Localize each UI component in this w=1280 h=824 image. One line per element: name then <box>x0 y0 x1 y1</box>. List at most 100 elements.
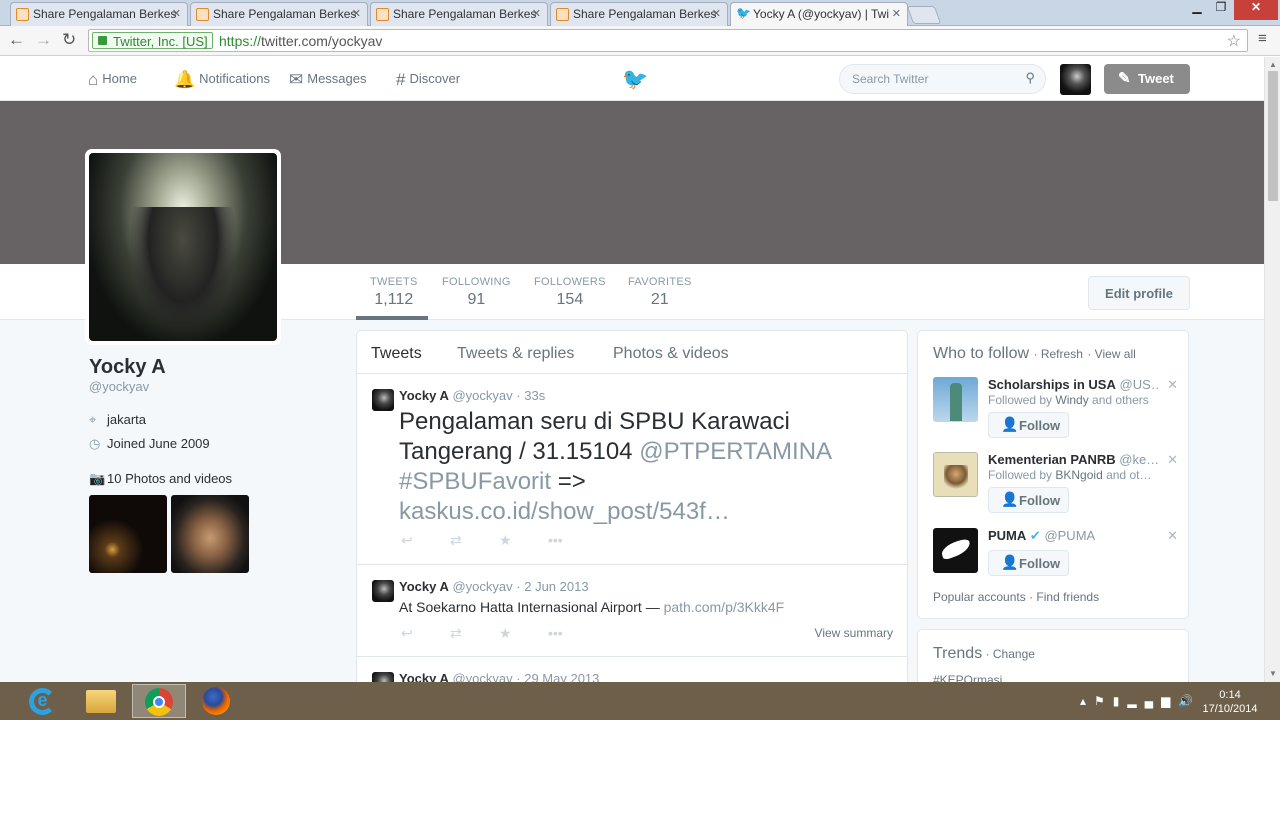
close-tab-icon[interactable]: ✕ <box>712 7 721 20</box>
tweet-item[interactable]: Yocky A @yockyav · 33s Pengalaman seru d… <box>357 374 907 565</box>
dismiss-icon[interactable]: ✕ <box>1167 377 1178 393</box>
kaskus-favicon-icon <box>16 8 29 21</box>
close-tab-icon[interactable]: ✕ <box>532 7 541 20</box>
close-tab-icon[interactable]: ✕ <box>892 7 901 20</box>
stat-following[interactable]: FOLLOWING 91 <box>442 276 511 309</box>
clock-icon: ◷ <box>89 436 101 451</box>
stat-followers[interactable]: FOLLOWERS 154 <box>534 276 606 309</box>
follow-button[interactable]: 👤 Follow <box>988 412 1069 438</box>
show-hidden-icons-icon[interactable]: ▴ <box>1080 694 1094 708</box>
forward-icon[interactable]: → <box>35 30 52 50</box>
quill-icon: ✎ <box>1118 70 1131 87</box>
envelope-icon: ✉ <box>289 70 304 89</box>
tweet-item[interactable]: Yocky A @yockyav · 29 May 2013 <box>357 657 907 682</box>
follow-user-icon: 👤 <box>1001 491 1019 507</box>
edit-profile-button[interactable]: Edit profile <box>1088 276 1190 310</box>
firefox-icon[interactable] <box>190 684 244 718</box>
ev-certificate-badge[interactable]: Twitter, Inc. [US] <box>92 32 213 49</box>
reload-icon[interactable]: ↻ <box>62 30 76 50</box>
compose-tweet-button[interactable]: ✎ Tweet <box>1104 64 1190 94</box>
action-center-flag-icon[interactable]: ⚑ <box>1094 694 1113 708</box>
tab-photos-videos[interactable]: Photos & videos <box>613 345 729 363</box>
new-tab-button[interactable] <box>906 6 942 24</box>
tab-tweets[interactable]: Tweets <box>371 345 422 363</box>
photo-thumbnail[interactable] <box>171 495 249 573</box>
network-signal-icon[interactable]: ▂▄▆ <box>1127 694 1178 708</box>
page-scrollbar[interactable]: ▲ ▼ <box>1264 57 1280 682</box>
refresh-link[interactable]: Refresh <box>1041 347 1083 361</box>
nav-messages[interactable]: ✉ Messages <box>289 70 367 90</box>
back-icon[interactable]: ← <box>8 30 25 50</box>
more-icon[interactable]: ••• <box>548 532 597 548</box>
search-icon[interactable]: ⚲ <box>1025 70 1035 86</box>
tweet-header: Yocky A @yockyav · 2 Jun 2013 <box>399 579 589 594</box>
avatar[interactable] <box>1060 64 1091 95</box>
browser-tab[interactable]: Share Pengalaman Berkes ✕ <box>550 2 728 26</box>
browser-tab[interactable]: Share Pengalaman Berkes ✕ <box>370 2 548 26</box>
minimize-icon[interactable]: ▁ <box>1186 0 1208 14</box>
address-bar[interactable]: Twitter, Inc. [US] https://twitter.com/y… <box>88 29 1248 52</box>
stat-tweets[interactable]: TWEETS 1,112 <box>370 276 418 309</box>
avatar[interactable] <box>372 672 394 682</box>
favorite-star-icon[interactable]: ★ <box>499 532 548 549</box>
puma-logo-icon[interactable] <box>933 528 978 573</box>
chrome-taskbar-icon[interactable] <box>132 684 186 718</box>
nav-home[interactable]: ⌂ Home <box>88 70 137 90</box>
stat-favorites[interactable]: FAVORITES 21 <box>628 276 692 309</box>
view-all-link[interactable]: View all <box>1095 347 1136 361</box>
twitter-top-nav: ⌂ Home 🔔 Notifications ✉ Messages # Discover… <box>0 57 1264 101</box>
nav-discover[interactable]: # Discover <box>396 70 460 90</box>
browser-tab[interactable]: Share Pengalaman Berkes ✕ <box>10 2 188 26</box>
follow-button[interactable]: 👤 Follow <box>988 487 1069 513</box>
twitter-bird-icon[interactable]: 🐦 <box>622 68 648 92</box>
retweet-icon[interactable]: ⇄ <box>450 625 499 642</box>
taskbar-clock[interactable]: 0:14 17/10/2014 <box>1194 688 1266 716</box>
profile-avatar[interactable] <box>85 149 281 345</box>
scroll-thumb[interactable] <box>1268 71 1278 201</box>
close-tab-icon[interactable]: ✕ <box>352 7 361 20</box>
file-explorer-icon[interactable] <box>74 684 128 718</box>
timeline: Tweets Tweets & replies Photos & videos … <box>356 330 908 682</box>
twitter-favicon-icon: 🐦 <box>736 6 751 20</box>
avatar[interactable] <box>372 580 394 602</box>
retweet-icon[interactable]: ⇄ <box>450 532 499 549</box>
trend-item[interactable]: #KEPOrmasi <box>933 673 1002 682</box>
window-close-icon[interactable]: ✕ <box>1234 0 1278 20</box>
scroll-up-icon[interactable]: ▲ <box>1269 60 1277 69</box>
close-tab-icon[interactable]: ✕ <box>172 7 181 20</box>
reply-icon[interactable]: ↩ <box>401 532 450 549</box>
battery-icon[interactable]: ▮ <box>1113 694 1128 708</box>
browser-tab-active[interactable]: 🐦 Yocky A (@yockyav) | Twi ✕ <box>730 2 908 27</box>
dismiss-icon[interactable]: ✕ <box>1167 528 1178 544</box>
tweet-item[interactable]: Yocky A @yockyav · 2 Jun 2013 At Soekarn… <box>357 565 907 657</box>
profile-name[interactable]: Yocky A <box>89 356 166 379</box>
find-friends-link[interactable]: Find friends <box>1036 590 1099 604</box>
hashtag-icon: # <box>396 70 406 89</box>
menu-icon[interactable]: ≡ <box>1258 30 1267 47</box>
search-input[interactable]: Search Twitter ⚲ <box>839 64 1046 94</box>
browser-tab[interactable]: Share Pengalaman Berkes ✕ <box>190 2 368 26</box>
profile-photos-link[interactable]: 📷 10 Photos and videos <box>89 471 232 487</box>
restore-icon[interactable]: ❐ <box>1210 0 1232 14</box>
more-icon[interactable]: ••• <box>548 625 597 641</box>
avatar[interactable] <box>372 389 394 411</box>
change-trends-link[interactable]: Change <box>993 647 1035 661</box>
follow-button[interactable]: 👤 Follow <box>988 550 1069 576</box>
view-summary-link[interactable]: View summary <box>815 626 893 640</box>
timeline-tabs: Tweets Tweets & replies Photos & videos <box>357 331 907 374</box>
who-to-follow-card: Who to follow · Refresh · View all Schol… <box>917 330 1189 619</box>
reply-icon[interactable]: ↩ <box>401 625 450 642</box>
scroll-down-icon[interactable]: ▼ <box>1269 669 1277 678</box>
photo-thumbnail[interactable] <box>89 495 167 573</box>
profile-joined: ◷ Joined June 2009 <box>89 436 210 451</box>
tab-tweets-replies[interactable]: Tweets & replies <box>457 345 574 363</box>
favorite-star-icon[interactable]: ★ <box>499 625 548 642</box>
avatar[interactable] <box>933 452 978 497</box>
system-tray[interactable]: ▴⚑▮▂▄▆🔊 <box>1080 694 1201 708</box>
popular-accounts-link[interactable]: Popular accounts <box>933 590 1026 604</box>
nav-notifications[interactable]: 🔔 Notifications <box>174 70 270 90</box>
bookmark-star-icon[interactable]: ☆ <box>1227 31 1241 51</box>
avatar[interactable] <box>933 377 978 422</box>
dismiss-icon[interactable]: ✕ <box>1167 452 1178 468</box>
internet-explorer-icon[interactable]: e <box>16 684 70 718</box>
